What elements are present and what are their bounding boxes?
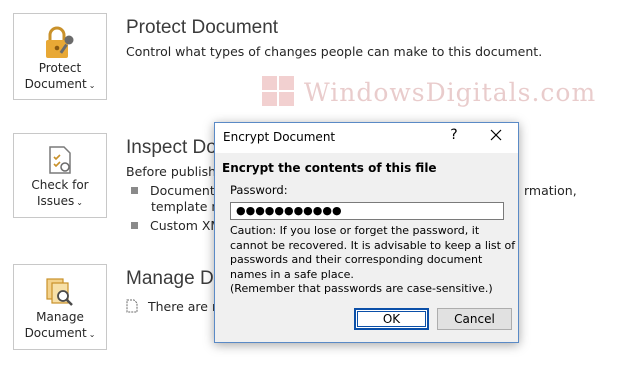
encrypt-document-dialog: Encrypt Document ? Encrypt the contents … bbox=[214, 122, 519, 343]
check-for-issues-label: Check for Issues ⌄ bbox=[31, 178, 89, 208]
chevron-down-icon: ⌄ bbox=[88, 81, 96, 90]
cancel-button[interactable]: Cancel bbox=[437, 308, 512, 330]
lock-key-icon bbox=[46, 26, 74, 58]
check-for-issues-button[interactable]: Check for Issues ⌄ bbox=[13, 133, 107, 218]
bullet-icon bbox=[131, 222, 138, 229]
manage-document-icon bbox=[46, 278, 73, 306]
dialog-title: Encrypt Document bbox=[223, 130, 336, 144]
inspect-bullet-right-text: rmation, bbox=[524, 183, 577, 198]
manage-document-status: There are no bbox=[126, 299, 228, 314]
watermark: WindowsDigitals.com bbox=[262, 76, 596, 108]
ok-button[interactable]: OK bbox=[354, 308, 429, 330]
document-icon bbox=[126, 299, 138, 313]
bullet-icon bbox=[131, 187, 138, 194]
caution-line: Caution: If you lose or forget the passw… bbox=[230, 224, 480, 237]
caution-line: cannot be recovered. It is advisable to … bbox=[230, 238, 516, 252]
caution-line: (Remember that passwords are case-sensit… bbox=[230, 282, 493, 296]
caution-line: passwords and their corresponding docume… bbox=[230, 253, 483, 267]
inspect-bullet-1: Document p bbox=[131, 183, 227, 198]
manage-document-button[interactable]: Manage Document ⌄ bbox=[13, 264, 107, 350]
manage-document-title: Manage Do bbox=[126, 268, 225, 289]
help-button[interactable]: ? bbox=[447, 127, 461, 143]
caution-text: Caution: If you lose or forget the passw… bbox=[230, 224, 516, 297]
dialog-heading: Encrypt the contents of this file bbox=[222, 161, 437, 175]
inspect-document-title: Inspect Do bbox=[126, 137, 217, 158]
close-icon[interactable] bbox=[489, 128, 503, 142]
protect-document-label: Protect Document ⌄ bbox=[24, 61, 96, 91]
manage-document-label: Manage Document ⌄ bbox=[24, 310, 96, 340]
chevron-down-icon: ⌄ bbox=[88, 330, 96, 339]
protect-document-button[interactable]: Protect Document ⌄ bbox=[13, 13, 107, 100]
windows-logo-icon bbox=[262, 76, 294, 106]
dialog-titlebar: Encrypt Document ? bbox=[215, 123, 518, 153]
inspect-bullet-3: Custom XM bbox=[131, 218, 221, 233]
password-input[interactable]: ●●●●●●●●●●● bbox=[230, 202, 504, 220]
chevron-down-icon: ⌄ bbox=[76, 198, 83, 207]
caution-line: names in a safe place. bbox=[230, 267, 354, 281]
password-label: Password: bbox=[230, 183, 288, 197]
ok-label: OK bbox=[382, 312, 401, 326]
protect-document-title: Protect Document bbox=[126, 17, 279, 38]
inspect-document-icon bbox=[49, 146, 71, 174]
watermark-text: WindowsDigitals.com bbox=[304, 77, 597, 107]
protect-document-description: Control what types of changes people can… bbox=[126, 44, 543, 59]
